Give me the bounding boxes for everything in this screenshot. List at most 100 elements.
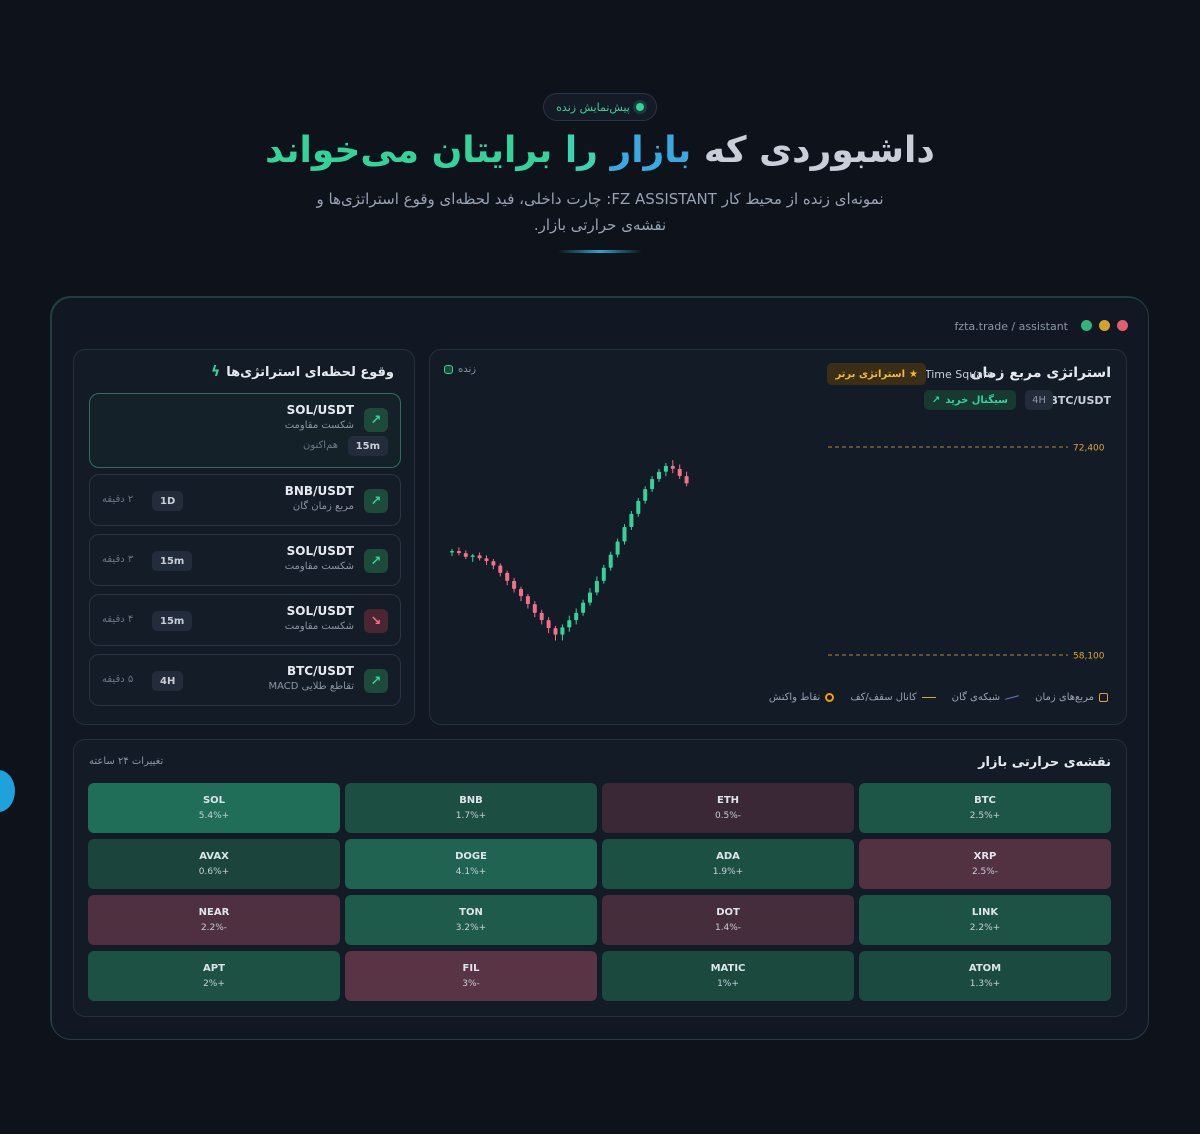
candle[interactable]	[588, 588, 592, 606]
candle[interactable]	[643, 486, 648, 504]
heatmap-cell-symbol: AVAX	[199, 851, 229, 862]
heatmap-cell[interactable]: AVAX 0.6%+	[88, 839, 340, 889]
candle[interactable]	[519, 586, 523, 602]
candlestick-chart[interactable]: 72,400 58,100	[430, 350, 1128, 726]
legend-item-reaction-points[interactable]: نقاط واکنش	[769, 692, 835, 703]
heatmap-cell[interactable]: BNB 1.7%+	[345, 783, 597, 833]
heatmap-cell-change: 2.5%-	[971, 867, 999, 877]
candle[interactable]	[477, 552, 482, 561]
candle[interactable]	[532, 601, 537, 618]
candle[interactable]	[456, 547, 461, 556]
candle[interactable]	[525, 593, 530, 609]
feed-item-strategy: تقاطع طلایی MACD	[268, 681, 354, 692]
candle[interactable]	[677, 464, 682, 479]
window-minimize-dot[interactable]	[1099, 320, 1110, 331]
heatmap-cell[interactable]: APT 2%+	[88, 951, 340, 1001]
heatmap-cell-change: 2.5%+	[969, 811, 1001, 821]
feed-item[interactable]: ↗ BNB/USDT مربع زمان گان 1D ۲ دقیقه	[89, 474, 401, 526]
candle[interactable]	[463, 550, 468, 559]
arrow-up-right-icon: ↗	[364, 408, 388, 432]
feed-item-time: ۵ دقیقه	[102, 674, 134, 685]
heatmap-cell-symbol: ATOM	[968, 963, 1002, 974]
feed-item-strategy: مربع زمان گان	[292, 501, 354, 512]
legend-item-channel[interactable]: کانال سقف/کف	[850, 692, 936, 703]
candle[interactable]	[670, 460, 675, 474]
heatmap-cell[interactable]: DOGE 4.1%+	[345, 839, 597, 889]
heatmap-cell-change: 1.7%+	[455, 811, 487, 821]
feed-item-pair: SOL/USDT	[286, 604, 354, 618]
window-maximize-dot[interactable]	[1081, 320, 1092, 331]
heatmap-cell[interactable]: FIL 3%-	[345, 951, 597, 1001]
candle[interactable]	[491, 559, 496, 570]
candle[interactable]	[608, 551, 613, 571]
candle[interactable]	[505, 570, 510, 586]
feed-item-timeframe: 4H	[152, 671, 184, 691]
candle[interactable]	[567, 615, 572, 632]
heatmap-cell[interactable]: SOL 5.4%+	[88, 783, 340, 833]
candle[interactable]	[450, 548, 454, 557]
heatmap-cell-symbol: SOL	[202, 795, 226, 806]
candle[interactable]	[594, 576, 599, 596]
heatmap-subtitle: تغییرات ۲۴ ساعته	[89, 756, 164, 767]
legend-label: شبکه‌ی گان	[951, 692, 1001, 703]
candle[interactable]	[650, 476, 655, 493]
floating-bubble[interactable]	[0, 770, 15, 812]
heatmap-cell[interactable]: ADA 1.9%+	[602, 839, 854, 889]
candle[interactable]	[615, 538, 620, 558]
heatmap-cell-symbol: DOT	[716, 907, 740, 918]
legend-item-time-squares[interactable]: مربع‌های زمان	[1035, 692, 1108, 703]
candle[interactable]	[553, 625, 558, 641]
legend-label: مربع‌های زمان	[1035, 692, 1094, 703]
candle[interactable]	[560, 624, 565, 641]
heatmap-cell[interactable]: BTC 2.5%+	[859, 783, 1111, 833]
price-level-label: 72,400	[1073, 444, 1105, 454]
feed-item[interactable]: ↗ BTC/USDT تقاطع طلایی MACD 4H ۵ دقیقه	[89, 654, 401, 706]
feed-item-timeframe: 15m	[152, 611, 193, 631]
feed-title: وقوع لحظه‌ای استراتژی‌ها	[226, 364, 394, 380]
heatmap-cell-symbol: BNB	[459, 795, 483, 806]
legend-item-gann-grid[interactable]: شبکه‌ی گان	[951, 692, 1020, 703]
candle[interactable]	[581, 599, 586, 616]
candle[interactable]	[574, 608, 579, 625]
heatmap-cell-symbol: APT	[203, 963, 225, 974]
legend-label: کانال سقف/کف	[850, 692, 917, 703]
heatmap-cell-change: 0.6%+	[198, 867, 230, 877]
candle[interactable]	[539, 609, 544, 625]
heatmap-cell[interactable]: TON 3.2%+	[345, 895, 597, 945]
heatmap-cell[interactable]: MATIC 1%+	[602, 951, 854, 1001]
candle[interactable]	[622, 524, 627, 545]
heatmap-cell[interactable]: DOT 1.4%-	[602, 895, 854, 945]
candle[interactable]	[629, 511, 634, 530]
heatmap-cell[interactable]: ATOM 1.3%+	[859, 951, 1111, 1001]
candle[interactable]	[684, 471, 689, 487]
heatmap-cell-symbol: NEAR	[198, 907, 230, 918]
feed-item[interactable]: ↗ SOL/USDT شکست مقاومت 15m ۳ دقیقه	[89, 534, 401, 586]
feed-item[interactable]: ↗ SOL/USDT شکست مقاومت 15m هم‌اکنون	[89, 393, 401, 468]
candle[interactable]	[636, 497, 641, 517]
window-close-dot[interactable]	[1117, 320, 1128, 331]
heatmap-cell-symbol: ETH	[716, 795, 740, 806]
feed-item-strategy: شکست مقاومت	[284, 561, 354, 572]
heatmap-cell[interactable]: NEAR 2.2%-	[88, 895, 340, 945]
live-preview-label: پیش‌نمایش زنده	[556, 100, 630, 114]
candle[interactable]	[546, 617, 551, 634]
feed-item-time: هم‌اکنون	[303, 440, 338, 451]
candle[interactable]	[498, 563, 503, 577]
heatmap-cell[interactable]: XRP 2.5%-	[859, 839, 1111, 889]
heatmap-cell[interactable]: ETH 0.5%-	[602, 783, 854, 833]
candle[interactable]	[512, 577, 517, 593]
candle[interactable]	[663, 463, 668, 477]
feed-item-pair: BNB/USDT	[284, 484, 354, 498]
candle[interactable]	[470, 553, 475, 562]
heatmap-cell[interactable]: LINK 2.2%+	[859, 895, 1111, 945]
candle[interactable]	[601, 564, 606, 584]
bolt-icon: ϟ	[211, 364, 221, 380]
feed-item-timeframe: 15m	[347, 436, 388, 456]
feed-item-strategy: شکست مقاومت	[284, 420, 354, 431]
heatmap-cell-symbol: DOGE	[455, 851, 487, 862]
feed-item[interactable]: ↘ SOL/USDT شکست مقاومت 15m ۴ دقیقه	[89, 594, 401, 646]
heatmap-cell-change: 1%+	[717, 979, 739, 989]
candle[interactable]	[657, 468, 661, 482]
arrow-down-right-icon: ↘	[364, 609, 388, 633]
candle[interactable]	[484, 555, 489, 565]
